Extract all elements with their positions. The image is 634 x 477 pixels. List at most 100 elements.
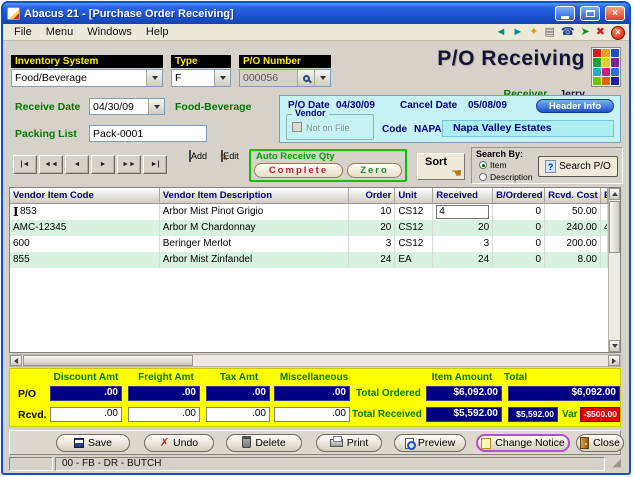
cell-code: 600 [10, 236, 160, 252]
vendor-code-value: NAPA [414, 124, 442, 135]
column-header-bordered: B/Ordered [493, 188, 546, 203]
next-page-button[interactable]: ►► [117, 155, 141, 174]
nav-back-icon[interactable]: ◄ [495, 27, 506, 38]
pencil-icon: ✎ [219, 153, 229, 164]
packing-list-field[interactable]: Pack-0001 [89, 125, 207, 142]
note-icon [481, 437, 492, 449]
printer-icon[interactable]: ▤ [544, 27, 554, 38]
resize-grip-icon[interactable]: ◢ [607, 457, 621, 471]
minimize-icon [561, 15, 569, 19]
cell-cost: 8.00 [545, 252, 601, 268]
chevron-down-icon[interactable] [146, 70, 162, 86]
type-value: F [175, 72, 182, 84]
search-po-button[interactable]: ? Search P/O [538, 156, 618, 177]
table-row[interactable]: AMC-12345 Arbor M Chardonnay 20 CS12 20 … [10, 220, 608, 236]
phone-icon[interactable]: ☎ [561, 27, 575, 38]
received-edit-field[interactable]: 4 [436, 205, 490, 219]
auto-receive-group: Auto Receive Qty Complete Zero [249, 149, 407, 182]
sort-button[interactable]: Sort ☚ [417, 153, 465, 180]
chevron-down-icon[interactable] [214, 70, 230, 86]
first-record-button[interactable]: |◄ [13, 155, 37, 174]
vertical-scrollbar[interactable] [608, 188, 620, 352]
vertical-scroll-thumb[interactable] [609, 201, 620, 253]
freight-amt-label: Freight Amt [138, 372, 194, 383]
search-icon[interactable] [297, 70, 314, 86]
minimize-button[interactable] [555, 6, 575, 21]
question-icon: ? [545, 160, 557, 173]
type-select[interactable]: F [171, 69, 231, 87]
cell-order: 10 [349, 204, 396, 220]
menu-menu[interactable]: Menu [39, 25, 81, 39]
table-row[interactable]: 853 Arbor Mist Pinot Grigio 10 CS12 4 0 … [10, 204, 608, 220]
not-on-file-label: Not on File [306, 123, 350, 133]
po-number-field[interactable]: 000056 [239, 69, 331, 87]
table-row[interactable]: 855 Arbor Mist Zinfandel 24 EA 24 0 8.00 [10, 252, 608, 268]
scroll-down-button[interactable] [609, 340, 620, 352]
cell-received: 3 [433, 236, 494, 252]
preview-button[interactable]: Preview [394, 434, 466, 452]
edit-button[interactable]: ✎ Edit [215, 150, 245, 164]
delete-button[interactable]: Delete [226, 434, 302, 452]
table-row[interactable]: 600 Beringer Merlot 3 CS12 3 0 200.00 [10, 236, 608, 252]
title-bar: Abacus 21 - [Purchase Order Receiving] × [3, 3, 629, 24]
search-by-item-option[interactable]: Item [479, 160, 507, 170]
chevron-down-icon[interactable] [148, 99, 164, 114]
menu-file[interactable]: File [7, 25, 39, 39]
close-button[interactable]: × [605, 6, 625, 21]
preview-label: Preview [417, 437, 456, 449]
add-button[interactable]: Add [183, 150, 213, 162]
receive-date-field[interactable]: 04/30/09 [89, 98, 165, 115]
close-window-button[interactable]: Close [576, 434, 624, 452]
next-record-button[interactable]: ► [91, 155, 115, 174]
change-notice-button[interactable]: Change Notice [476, 434, 570, 452]
menu-toolbar-icons: ◄ ► ✦ ▤ ☎ ➤ ✖ × [495, 25, 625, 40]
horizontal-scrollbar[interactable] [9, 354, 621, 367]
total-received-total: $5,592.00 [508, 407, 558, 422]
po-tax-value: .00 [206, 386, 270, 401]
menu-help[interactable]: Help [139, 25, 176, 39]
scroll-left-button[interactable] [10, 355, 22, 366]
rcvd-freight-field[interactable]: .00 [128, 407, 200, 422]
cell-unit: EA [395, 252, 434, 268]
cell-ext [601, 204, 608, 220]
prev-page-button[interactable]: ◄◄ [39, 155, 63, 174]
search-by-description-option[interactable]: Description [479, 172, 533, 182]
rcvd-tax-field[interactable]: .00 [206, 407, 270, 422]
horizontal-scroll-thumb[interactable] [23, 355, 193, 366]
maximize-button[interactable] [580, 6, 600, 21]
window-title: Abacus 21 - [Purchase Order Receiving] [24, 7, 234, 20]
search-by-panel: Search By: Item Description ? Search P/O [471, 147, 623, 184]
cell-order: 24 [349, 252, 396, 268]
prev-record-button[interactable]: ◄ [65, 155, 89, 174]
printer-icon [329, 436, 343, 447]
inventory-system-value: Food/Beverage [15, 72, 87, 84]
cell-cost: 200.00 [545, 236, 601, 252]
complete-button[interactable]: Complete [254, 163, 343, 178]
cancel-icon[interactable]: ✖ [596, 27, 605, 38]
scroll-right-button[interactable] [608, 355, 620, 366]
column-header-vendor-item-description: Vendor Item Description [160, 188, 350, 203]
undo-button[interactable]: ✗ Undo [144, 434, 214, 452]
zero-button[interactable]: Zero [347, 163, 402, 178]
bell-icon[interactable]: ✦ [529, 27, 538, 38]
nav-forward-icon[interactable]: ► [512, 27, 523, 38]
cell-code: AMC-12345 [10, 220, 160, 236]
po-freight-value: .00 [128, 386, 200, 401]
scroll-up-button[interactable] [609, 188, 620, 200]
rcvd-misc-field[interactable]: .00 [274, 407, 350, 422]
menu-windows[interactable]: Windows [80, 25, 139, 39]
print-button[interactable]: Print [316, 434, 382, 452]
header-info-button[interactable]: Header Info [536, 99, 614, 113]
line-items-grid: Vendor Item Code Vendor Item Description… [9, 187, 621, 353]
save-button[interactable]: Save [56, 434, 130, 452]
exit-icon[interactable]: × [611, 25, 625, 40]
run-icon[interactable]: ➤ [581, 27, 590, 38]
cell-ext: 4, [600, 220, 608, 236]
chevron-down-icon[interactable] [314, 70, 330, 86]
cell-received: 24 [433, 252, 494, 268]
cell-unit: CS12 [395, 236, 434, 252]
inventory-system-select[interactable]: Food/Beverage [11, 69, 163, 87]
packing-list-value: Pack-0001 [93, 128, 144, 140]
rcvd-discount-field[interactable]: .00 [50, 407, 122, 422]
last-record-button[interactable]: ►| [143, 155, 167, 174]
